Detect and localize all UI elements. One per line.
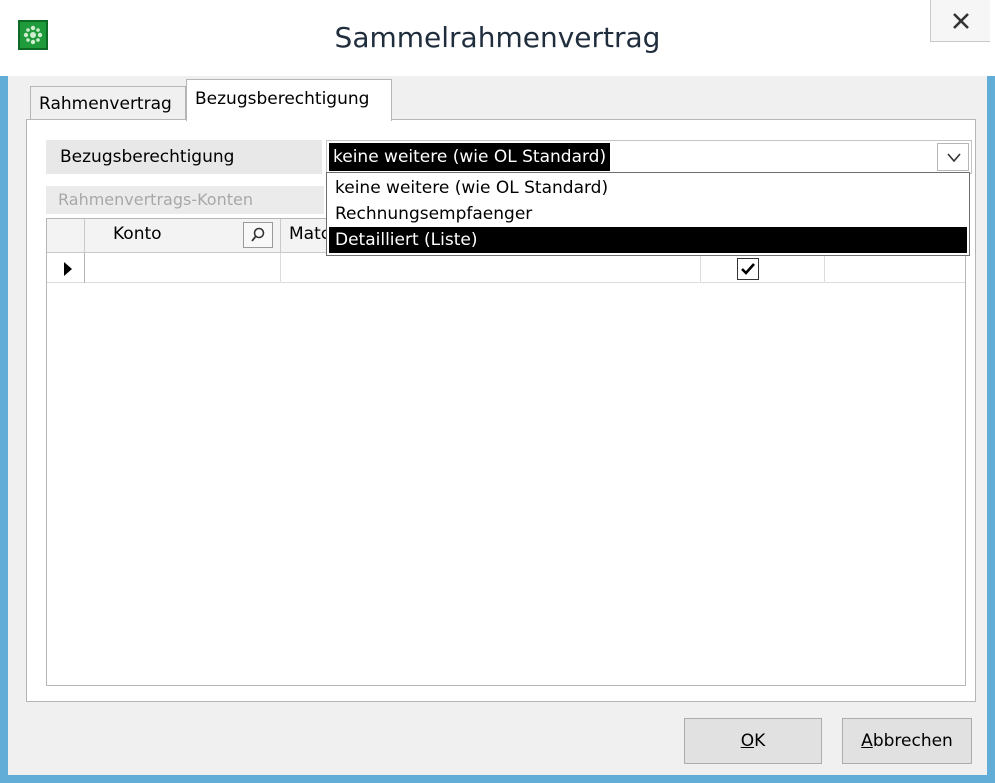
search-icon (251, 227, 265, 242)
row-indicator (47, 253, 85, 283)
konto-lookup-button[interactable] (243, 222, 273, 248)
cell-konto[interactable] (85, 253, 281, 283)
dropdown-option-rechnungsempfaenger[interactable]: Rechnungsempfaenger (329, 201, 967, 227)
rahmenvertrags-konten-label: Rahmenvertrags-Konten (46, 186, 324, 214)
combobox-selected-value[interactable]: keine weitere (wie OL Standard) (329, 143, 611, 171)
close-button[interactable] (930, 0, 990, 42)
ok-button-accelerator: O (740, 731, 755, 751)
combobox-dropdown-button[interactable] (937, 143, 969, 171)
bezugsberechtigung-label: Bezugsberechtigung (46, 140, 322, 174)
cancel-button-accelerator: A (861, 731, 873, 751)
row-checkbox[interactable] (737, 258, 759, 280)
ok-button[interactable]: OK (684, 718, 822, 764)
bezugsberechtigung-dropdown-list: keine weitere (wie OL Standard) Rechnung… (326, 172, 970, 256)
cell-check (701, 253, 825, 283)
cancel-button[interactable]: Abbrechen (842, 718, 972, 764)
chevron-down-icon (947, 153, 961, 163)
tab-rahmenvertrag[interactable]: Rahmenvertrag (30, 86, 186, 120)
cancel-button-label: bbrechen (872, 731, 953, 751)
table-row[interactable] (47, 253, 965, 283)
dropdown-option-detailliert-liste[interactable]: Detailliert (Liste) (329, 227, 967, 253)
cell-match[interactable] (281, 253, 701, 283)
close-icon (953, 13, 969, 29)
ok-button-label: K (754, 731, 766, 751)
tab-bezugsberechtigung[interactable]: Bezugsberechtigung (186, 79, 392, 121)
current-row-arrow-icon (64, 262, 72, 276)
checkmark-icon (741, 263, 755, 275)
grid-header-indicator (47, 219, 85, 253)
window-title: Sammelrahmenvertrag (334, 21, 661, 54)
konten-grid[interactable]: Konto Match (46, 218, 966, 686)
dropdown-option-keine-weitere[interactable]: keine weitere (wie OL Standard) (329, 175, 967, 201)
bezugsberechtigung-combobox[interactable]: keine weitere (wie OL Standard) (326, 140, 972, 174)
